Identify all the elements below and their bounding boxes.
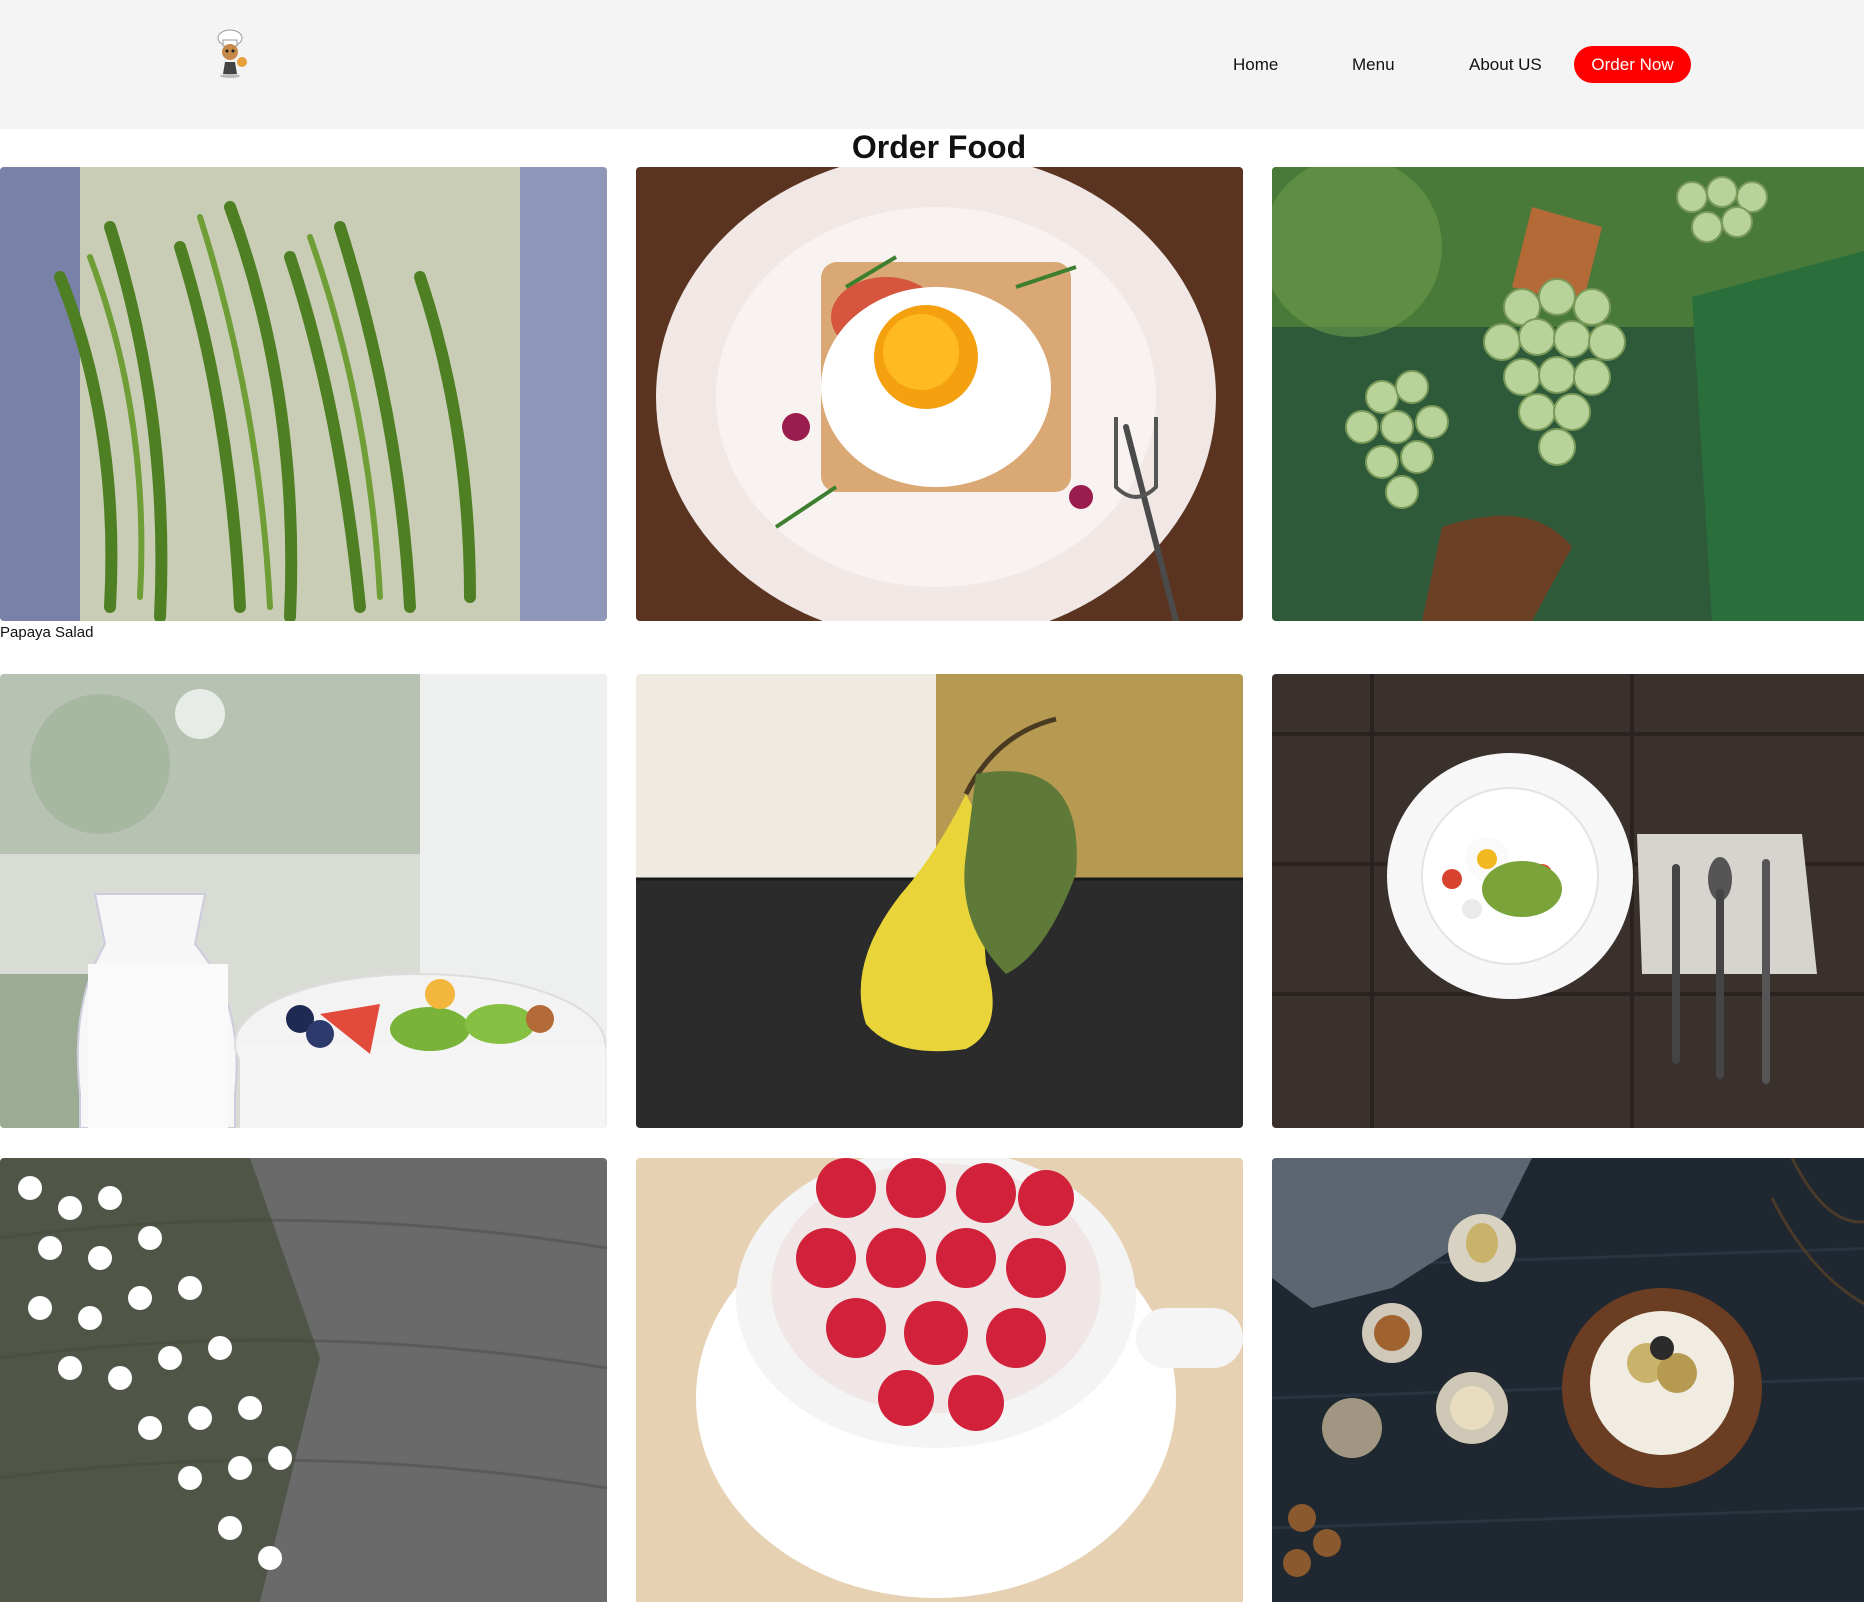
egg-toast-image (636, 167, 1243, 621)
food-card-yellow-pear[interactable] (636, 674, 1243, 1128)
food-card-grape-vine[interactable] (1272, 167, 1864, 621)
food-card-white-flowers[interactable] (0, 1158, 607, 1612)
order-now-button[interactable]: Order Now (1574, 46, 1691, 83)
food-card-milk-fruit[interactable] (0, 674, 607, 1128)
salad-plate-cutlery-image (1272, 674, 1864, 1128)
grape-vine-image (1272, 167, 1864, 621)
nav-about-link[interactable]: About US (1469, 46, 1542, 83)
chef-logo-icon[interactable] (208, 26, 258, 78)
site-header: Home Menu About US Order Now (0, 0, 1864, 129)
food-card-egg-toast[interactable] (636, 167, 1243, 621)
food-card-raspberries[interactable] (636, 1158, 1243, 1612)
food-card-dessert[interactable] (1272, 1158, 1864, 1612)
raspberries-cup-image (636, 1158, 1243, 1602)
page-title: Order Food (851, 129, 1027, 165)
food-card-green-beans[interactable] (0, 167, 607, 621)
green-beans-image (0, 167, 607, 621)
white-flowers-image (0, 1158, 607, 1602)
food-card-salad-plate[interactable] (1272, 674, 1864, 1128)
card-caption: Papaya Salad (0, 624, 94, 641)
nav-home-link[interactable]: Home (1233, 46, 1278, 83)
dessert-dark-table-image (1272, 1158, 1864, 1602)
yellow-pear-image (636, 674, 1243, 1128)
milk-fruit-bowl-image (0, 674, 607, 1128)
nav-menu-link[interactable]: Menu (1352, 46, 1395, 83)
